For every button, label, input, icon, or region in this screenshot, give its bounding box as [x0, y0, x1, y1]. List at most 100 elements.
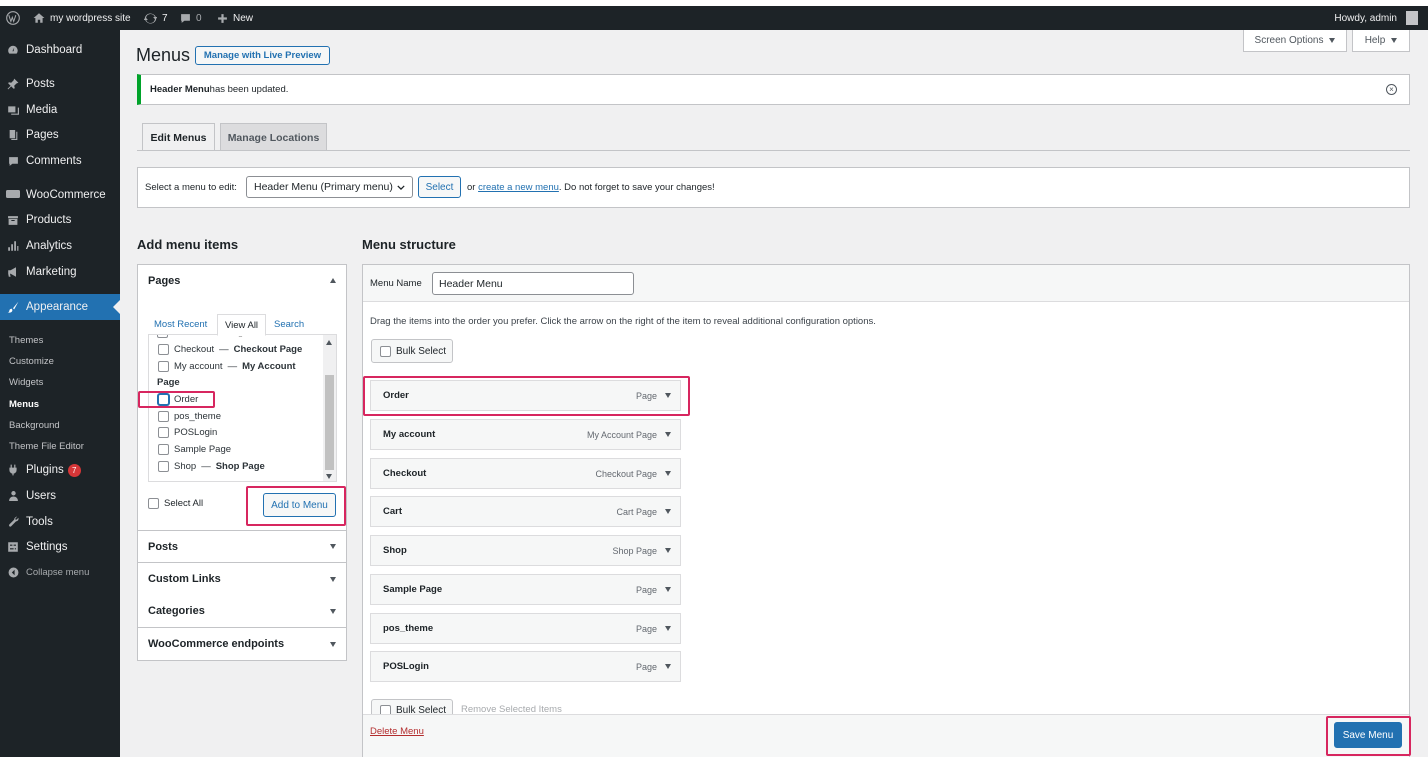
bulk-select-button[interactable]: Bulk Select: [371, 339, 453, 363]
sidebar-item-users[interactable]: Users: [0, 484, 120, 508]
checkbox[interactable]: [158, 361, 169, 372]
dashboard-icon: [0, 44, 26, 56]
sidebar-item-dashboard[interactable]: Dashboard: [0, 38, 120, 62]
update-notice: Header Menu has been updated. ×: [137, 74, 1410, 105]
tab-manage-locations[interactable]: Manage Locations: [220, 123, 327, 151]
checkbox[interactable]: [158, 394, 169, 405]
menu-item[interactable]: Order Page: [370, 380, 681, 411]
menu-select-dropdown[interactable]: Header Menu (Primary menu): [246, 176, 413, 198]
chevron-down-icon[interactable]: [665, 509, 671, 514]
chevron-down-icon[interactable]: [665, 626, 671, 631]
chevron-down-icon: [330, 641, 336, 647]
pages-checklist: Cart — Cart Page: [148, 334, 337, 482]
menu-name-input[interactable]: [432, 272, 634, 295]
updates-link[interactable]: 7: [144, 6, 168, 30]
comments-link[interactable]: 0: [180, 6, 202, 30]
wrench-icon: [0, 516, 26, 528]
sidebar-item-appearance[interactable]: Appearance: [0, 294, 120, 320]
wp-admin-frame: my wordpress site 7 0 New Howdy, admin D…: [0, 6, 1428, 757]
checkbox[interactable]: [158, 444, 169, 455]
sidebar-item-marketing[interactable]: Marketing: [0, 260, 120, 284]
custom-links-section-header[interactable]: Custom Links: [137, 563, 347, 596]
paintbrush-icon: [0, 301, 26, 313]
collapse-menu-button[interactable]: Collapse menu: [0, 560, 120, 584]
dismiss-notice-icon[interactable]: ×: [1386, 84, 1397, 95]
page-checkbox-item[interactable]: Checkout — Checkout Page: [158, 344, 302, 355]
checkbox[interactable]: [158, 461, 169, 472]
menu-item[interactable]: My account My Account Page: [370, 419, 681, 450]
sidebar-item-comments[interactable]: Comments: [0, 149, 120, 173]
menu-item[interactable]: Checkout Checkout Page: [370, 458, 681, 489]
sidebar-item-tools[interactable]: Tools: [0, 510, 120, 534]
scrollbar-thumb[interactable]: [325, 375, 334, 470]
my-account-link[interactable]: Howdy, admin: [1334, 6, 1418, 30]
posts-section-header[interactable]: Posts: [137, 530, 347, 563]
menu-item[interactable]: Cart Cart Page: [370, 496, 681, 527]
create-new-menu-link[interactable]: create a new menu: [478, 182, 559, 193]
checkbox[interactable]: [148, 498, 159, 509]
live-preview-button[interactable]: Manage with Live Preview: [195, 46, 330, 65]
chevron-down-icon[interactable]: [665, 471, 671, 476]
submenu-widgets[interactable]: Widgets: [9, 377, 43, 388]
page-checkbox-item[interactable]: My account — My Account: [158, 361, 296, 372]
help-button[interactable]: Help: [1352, 30, 1410, 52]
sidebar-item-settings[interactable]: Settings: [0, 535, 120, 559]
comments-icon: [0, 156, 26, 167]
page-checkbox-item[interactable]: pos_theme: [158, 411, 221, 422]
sidebar-item-woocommerce[interactable]: WooCommerce: [0, 183, 120, 207]
page-checkbox-item[interactable]: Shop — Shop Page: [158, 461, 265, 472]
page-checkbox-item[interactable]: Sample Page: [158, 444, 231, 455]
chevron-down-icon[interactable]: [665, 664, 671, 669]
checkbox[interactable]: [158, 344, 169, 355]
chevron-up-icon: [330, 278, 336, 283]
menu-item[interactable]: pos_theme Page: [370, 613, 681, 644]
submenu-background[interactable]: Background: [9, 420, 60, 431]
submenu-themes[interactable]: Themes: [9, 335, 43, 346]
chevron-down-icon[interactable]: [665, 587, 671, 592]
sidebar-item-media[interactable]: Media: [0, 98, 120, 122]
add-menu-items-heading: Add menu items: [137, 237, 239, 252]
delete-menu-link[interactable]: Delete Menu: [370, 726, 424, 737]
checkbox[interactable]: [380, 345, 391, 357]
add-to-menu-button[interactable]: Add to Menu: [263, 493, 336, 517]
sidebar-item-analytics[interactable]: Analytics: [0, 234, 120, 258]
chevron-down-icon[interactable]: [665, 548, 671, 553]
select-menu-button[interactable]: Select: [418, 176, 461, 198]
site-name-link[interactable]: my wordpress site: [33, 6, 131, 30]
scroll-down-icon[interactable]: [326, 474, 332, 479]
submenu-theme-file-editor[interactable]: Theme File Editor: [9, 441, 84, 452]
save-menu-button[interactable]: Save Menu: [1334, 722, 1402, 748]
create-menu-text: or create a new menu. Do not forget to s…: [467, 182, 715, 193]
subtab-search[interactable]: Search: [274, 319, 304, 330]
submenu-menus[interactable]: Menus: [9, 399, 39, 410]
menu-item[interactable]: POSLogin Page: [370, 651, 681, 682]
chevron-down-icon[interactable]: [665, 432, 671, 437]
pages-section-header[interactable]: Pages: [137, 264, 347, 297]
tab-edit-menus[interactable]: Edit Menus: [142, 123, 215, 151]
categories-section-header[interactable]: Categories: [137, 595, 347, 628]
sidebar-item-products[interactable]: Products: [0, 208, 120, 232]
page-checkbox-item[interactable]: POSLogin: [158, 427, 217, 438]
sidebar-item-pages[interactable]: Pages: [0, 123, 120, 147]
new-content-link[interactable]: New: [217, 6, 253, 30]
menu-item[interactable]: Shop Shop Page: [370, 535, 681, 566]
checkbox[interactable]: [158, 427, 169, 438]
subtab-most-recent[interactable]: Most Recent: [154, 319, 207, 330]
submenu-customize[interactable]: Customize: [9, 356, 54, 367]
menu-item[interactable]: Sample Page Page: [370, 574, 681, 605]
woocommerce-endpoints-section-header[interactable]: WooCommerce endpoints: [137, 628, 347, 661]
screen-options-button[interactable]: Screen Options: [1243, 30, 1347, 52]
scrollbar-track[interactable]: [323, 335, 336, 481]
wordpress-logo-icon[interactable]: [6, 6, 20, 30]
home-icon: [33, 13, 45, 23]
sidebar-item-posts[interactable]: Posts: [0, 72, 120, 96]
chevron-down-icon: [397, 185, 405, 190]
checkbox[interactable]: [158, 411, 169, 422]
select-all-checkbox[interactable]: Select All: [148, 498, 203, 509]
sidebar-item-plugins[interactable]: Plugins 7: [0, 458, 120, 482]
subtab-view-all[interactable]: View All: [217, 314, 266, 336]
admin-sidebar: Dashboard Posts Media Pages Comments Woo…: [0, 30, 120, 757]
scroll-up-icon[interactable]: [326, 340, 332, 345]
chevron-down-icon[interactable]: [665, 393, 671, 398]
page-checkbox-item[interactable]: Order: [158, 394, 198, 405]
